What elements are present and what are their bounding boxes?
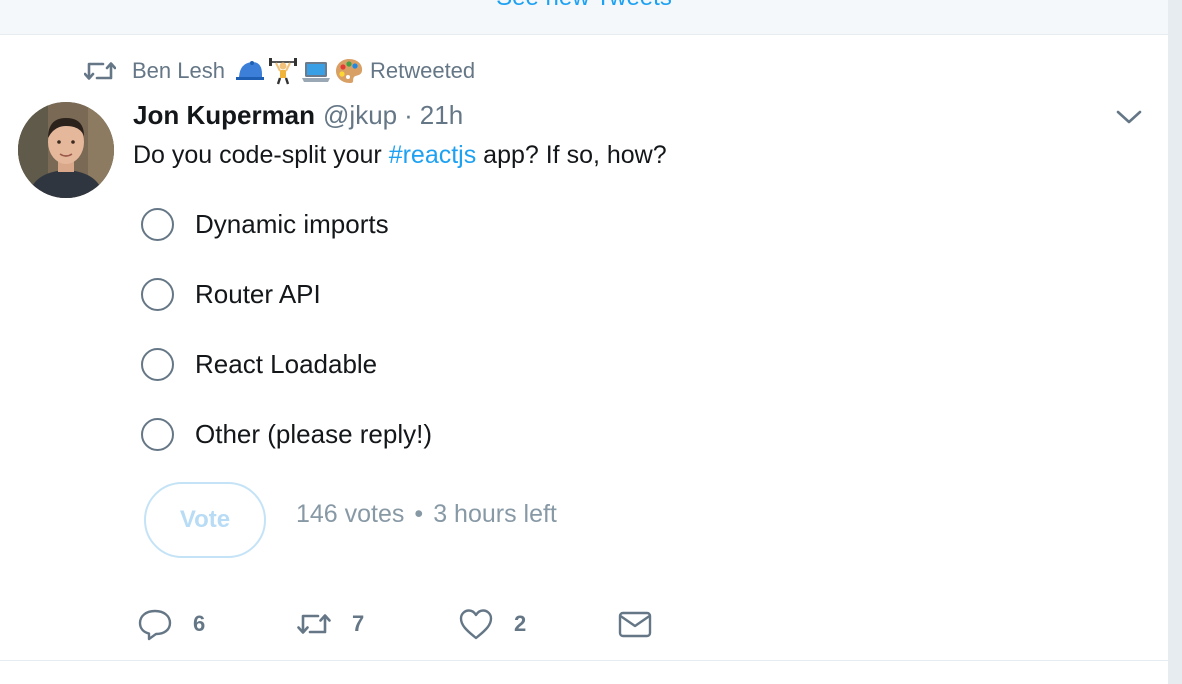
scrollbar-track[interactable] xyxy=(1168,0,1182,684)
tweet-timestamp[interactable]: 21h xyxy=(420,100,463,131)
retweet-icon[interactable] xyxy=(296,606,332,642)
retweet-count: 7 xyxy=(352,611,365,636)
poll-option-label[interactable]: Router API xyxy=(195,279,321,310)
see-new-tweets-link[interactable]: See new Tweets xyxy=(0,0,1168,12)
chevron-down-icon[interactable] xyxy=(1112,104,1146,130)
avatar[interactable] xyxy=(18,102,114,198)
radio-button[interactable] xyxy=(141,277,174,311)
author-handle[interactable]: @jkup xyxy=(323,100,397,131)
direct-message-action[interactable] xyxy=(617,606,653,642)
reply-icon[interactable] xyxy=(137,606,173,642)
weightlifter-emoji xyxy=(268,58,297,85)
retweeted-label: Retweeted xyxy=(369,58,476,83)
tweet-text: Do you code-split your #reactjs app? If … xyxy=(133,141,667,170)
tweet-header: Jon Kuperman @jkup · 21h xyxy=(133,100,463,131)
poll-meta: 146 votes • 3 hours left xyxy=(296,500,557,529)
tweet-text-end: app? If so, how? xyxy=(476,141,667,169)
tweet-text-start: Do you code-split your xyxy=(133,141,389,169)
reply-count: 6 xyxy=(193,611,206,636)
like-count: 2 xyxy=(514,611,527,636)
envelope-icon[interactable] xyxy=(617,606,653,642)
blue-cap-emoji xyxy=(235,61,264,80)
profile-photo xyxy=(18,102,114,198)
retweeter-name[interactable]: Ben Lesh xyxy=(132,58,225,84)
palette-emoji xyxy=(335,59,363,83)
hashtag-link[interactable]: #reactjs xyxy=(389,141,477,169)
like-action[interactable]: 2 xyxy=(458,606,526,642)
tweet-divider xyxy=(0,660,1168,661)
retweet-action[interactable]: 7 xyxy=(296,606,364,642)
poll-option-label[interactable]: React Loadable xyxy=(195,349,377,380)
header-separator: · xyxy=(404,100,413,130)
poll-option-label[interactable]: Dynamic imports xyxy=(195,209,389,240)
poll-option-label[interactable]: Other (please reply!) xyxy=(195,419,432,450)
retweet-icon xyxy=(84,62,116,80)
poll-vote-count: 146 votes xyxy=(296,500,405,528)
poll-option[interactable]: Other (please reply!) xyxy=(141,414,432,454)
laptop-emoji xyxy=(301,62,330,82)
poll-time-left: 3 hours left xyxy=(433,500,557,528)
radio-button[interactable] xyxy=(141,207,174,241)
radio-button[interactable] xyxy=(141,347,174,381)
poll-option[interactable]: Dynamic imports xyxy=(141,204,389,244)
retweeter-emojis xyxy=(235,57,364,85)
author-fullname[interactable]: Jon Kuperman xyxy=(133,100,315,131)
poll-option[interactable]: React Loadable xyxy=(141,344,377,384)
poll-option[interactable]: Router API xyxy=(141,274,321,314)
retweet-context: Ben Lesh Retweeted xyxy=(84,56,475,86)
heart-icon[interactable] xyxy=(458,606,494,642)
new-tweets-bar[interactable]: See new Tweets xyxy=(0,0,1168,35)
reply-action[interactable]: 6 xyxy=(137,606,205,642)
poll-meta-bullet: • xyxy=(414,500,424,528)
radio-button[interactable] xyxy=(141,417,174,451)
vote-button[interactable]: Vote xyxy=(144,482,266,558)
